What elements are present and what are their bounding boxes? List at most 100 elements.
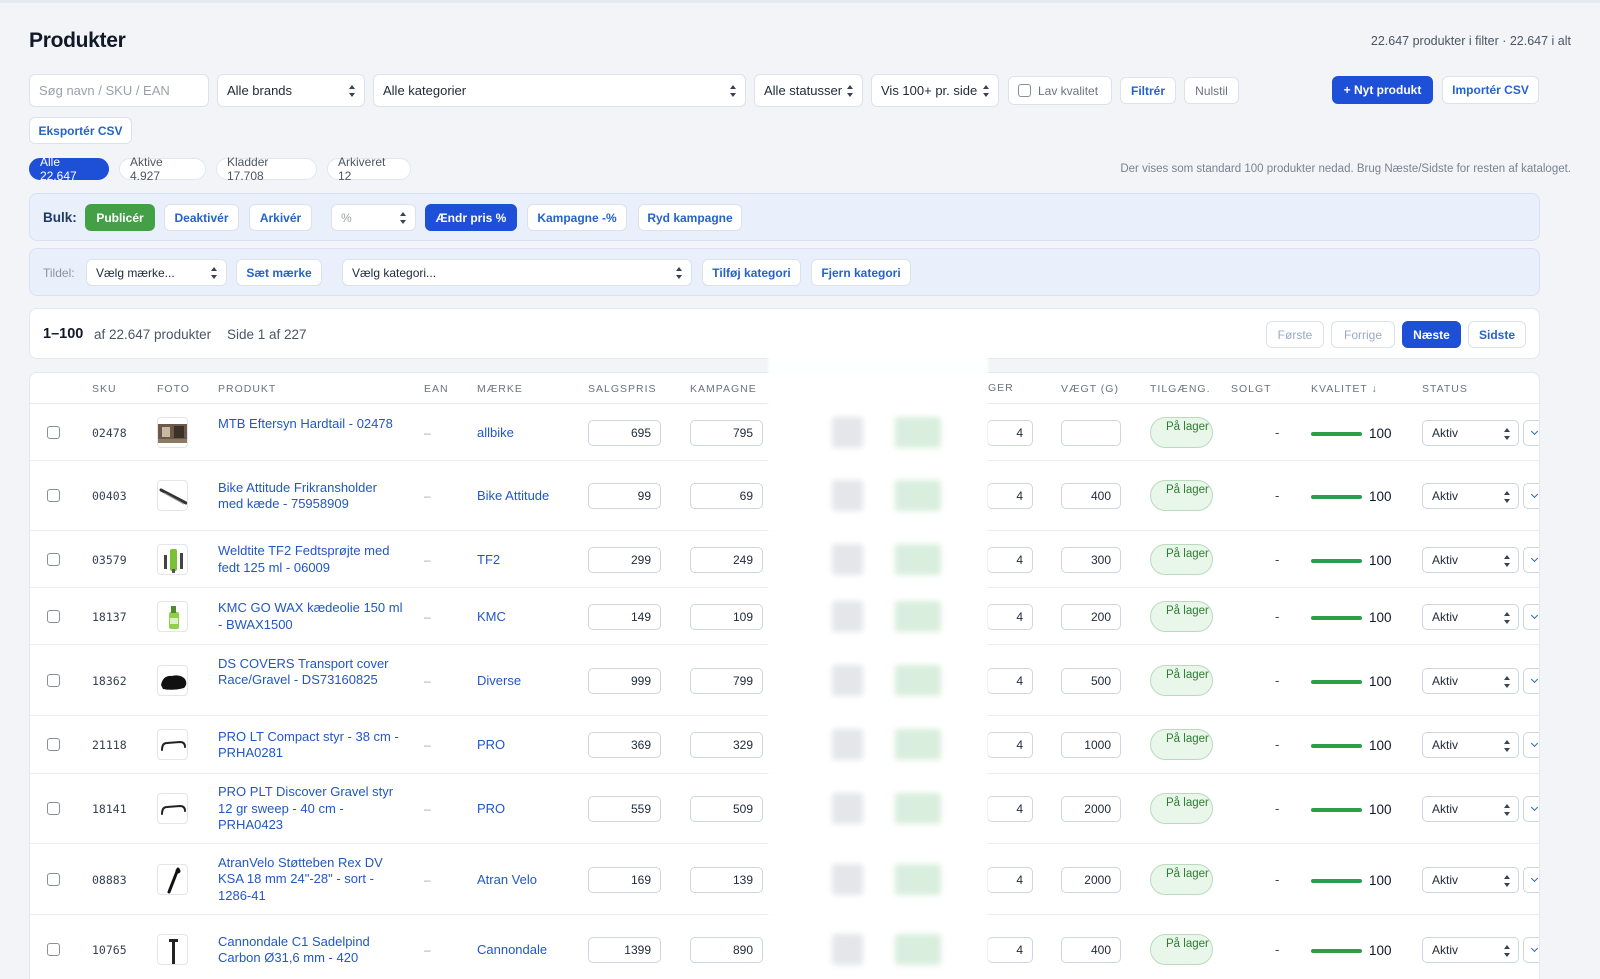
next-page-button[interactable]: Næste [1402, 321, 1461, 348]
row-select-checkbox[interactable] [47, 872, 60, 886]
publish-button[interactable]: Publicér [85, 204, 155, 231]
status-select[interactable]: Aktiv [1422, 732, 1519, 758]
seatpost-photo-icon[interactable] [157, 934, 188, 965]
campaign-input[interactable]: 795 [690, 419, 763, 446]
reset-button[interactable]: Nulstil [1184, 77, 1239, 104]
export-csv-button[interactable]: Eksportér CSV [29, 117, 132, 144]
product-name-link[interactable]: MTB Eftersyn Hardtail - 02478 [218, 416, 403, 433]
col-ean[interactable]: EAN [424, 383, 449, 395]
campaign-input[interactable]: 890 [690, 937, 763, 963]
status-select[interactable]: Aktiv [1422, 866, 1519, 893]
stock-input[interactable]: 4 [987, 732, 1033, 758]
product-name-link[interactable]: DS COVERS Transport cover Race/Gravel - … [218, 656, 403, 689]
price-input[interactable]: 299 [588, 546, 661, 573]
deactivate-button[interactable]: Deaktivér [164, 204, 239, 231]
campaign-input[interactable]: 329 [690, 732, 763, 758]
stock-input[interactable]: 4 [987, 866, 1033, 893]
stock-input[interactable]: 4 [987, 667, 1033, 694]
status-select[interactable]: Aktiv [1422, 796, 1519, 822]
row-expand-button[interactable] [1523, 603, 1539, 630]
assign-brand-select[interactable]: Vælg mærke... [86, 259, 227, 286]
col-sku[interactable]: SKU [92, 383, 117, 395]
price-input[interactable]: 169 [588, 866, 661, 893]
prev-page-button[interactable]: Forrige [1331, 321, 1395, 348]
price-input[interactable]: 99 [588, 483, 661, 509]
brand-link[interactable]: Bike Attitude [477, 488, 549, 503]
handlebar-photo-icon[interactable] [157, 729, 188, 760]
brand-link[interactable]: TF2 [477, 552, 500, 567]
search-input[interactable]: Søg navn / SKU / EAN [29, 74, 209, 107]
weight-input[interactable]: 500 [1061, 667, 1121, 694]
campaign-input[interactable]: 139 [690, 866, 763, 893]
row-expand-button[interactable] [1523, 483, 1539, 509]
col-status[interactable]: STATUS [1422, 383, 1468, 395]
status-select[interactable]: Aktiv [1422, 667, 1519, 694]
row-expand-button[interactable] [1523, 546, 1539, 573]
set-brand-button[interactable]: Sæt mærke [236, 259, 322, 286]
tab-active[interactable]: Aktive 4.927 [119, 155, 206, 183]
row-expand-button[interactable] [1523, 796, 1539, 822]
assign-category-select[interactable]: Vælg kategori... [342, 259, 692, 286]
price-input[interactable]: 695 [588, 419, 661, 446]
status-filter-select[interactable]: Alle statusser [754, 74, 863, 107]
col-sold[interactable]: SOLGT [1231, 383, 1272, 395]
brand-link[interactable]: PRO [477, 801, 505, 816]
first-page-button[interactable]: Første [1266, 321, 1324, 348]
col-price[interactable]: SALGSPRIS [588, 383, 657, 395]
row-expand-button[interactable] [1523, 419, 1539, 446]
brand-link[interactable]: Atran Velo [477, 872, 537, 887]
stock-input[interactable]: 4 [987, 483, 1033, 509]
category-filter-select[interactable]: Alle kategorier [373, 74, 746, 107]
col-availability[interactable]: TILGÆNG. [1150, 383, 1211, 395]
price-input[interactable]: 999 [588, 667, 661, 694]
row-select-checkbox[interactable] [47, 425, 60, 439]
status-select[interactable]: Aktiv [1422, 937, 1519, 963]
brand-link[interactable]: Cannondale [477, 942, 547, 957]
tab-drafts[interactable]: Kladder 17.708 [216, 155, 317, 183]
brand-link[interactable]: allbike [477, 425, 514, 440]
row-select-checkbox[interactable] [47, 609, 60, 623]
campaign-input[interactable]: 799 [690, 667, 763, 694]
row-expand-button[interactable] [1523, 667, 1539, 694]
filter-button[interactable]: Filtrér [1120, 77, 1176, 104]
weight-input[interactable]: 2000 [1061, 796, 1121, 822]
price-input[interactable]: 559 [588, 796, 661, 822]
service-photo-icon[interactable] [157, 416, 188, 448]
import-csv-button[interactable]: Importér CSV [1442, 76, 1539, 104]
col-brand[interactable]: MÆRKE [477, 383, 523, 395]
stock-input[interactable]: 4 [987, 937, 1033, 963]
campaign-input[interactable]: 249 [690, 546, 763, 573]
status-select[interactable]: Aktiv [1422, 483, 1519, 509]
handlebar-photo-icon[interactable] [157, 793, 188, 824]
weight-input[interactable]: 300 [1061, 546, 1121, 573]
low-quality-checkbox[interactable] [1018, 84, 1031, 97]
tab-all[interactable]: Alle 22.647 [29, 155, 109, 183]
campaign-input[interactable]: 509 [690, 796, 763, 822]
row-select-checkbox[interactable] [47, 552, 60, 566]
weight-input[interactable]: 1000 [1061, 732, 1121, 758]
brand-filter-select[interactable]: Alle brands [217, 74, 365, 107]
weight-input[interactable]: 400 [1061, 937, 1121, 963]
row-select-checkbox[interactable] [47, 673, 60, 687]
product-name-link[interactable]: PRO PLT Discover Gravel styr 12 gr sweep… [218, 784, 403, 834]
campaign-button[interactable]: Kampagne -% [527, 204, 627, 231]
row-select-checkbox[interactable] [47, 489, 60, 502]
new-product-button[interactable]: + Nyt produkt [1332, 76, 1433, 104]
weight-input[interactable]: 2000 [1061, 866, 1121, 893]
archive-button[interactable]: Arkivér [249, 204, 312, 231]
stock-input[interactable]: 4 [987, 603, 1033, 630]
stock-input[interactable]: 4 [987, 546, 1033, 573]
price-input[interactable]: 369 [588, 732, 661, 758]
percent-input[interactable]: % [331, 204, 416, 231]
product-name-link[interactable]: Bike Attitude Frikransholder med kæde - … [218, 480, 403, 513]
weight-input[interactable]: 200 [1061, 603, 1121, 630]
row-expand-button[interactable] [1523, 937, 1539, 963]
brand-link[interactable]: PRO [477, 737, 505, 752]
chain-whip-photo-icon[interactable] [157, 480, 188, 511]
price-input[interactable]: 1399 [588, 937, 661, 963]
low-quality-toggle[interactable]: Lav kvalitet [1008, 76, 1112, 105]
add-category-button[interactable]: Tilføj kategori [702, 259, 801, 286]
product-name-link[interactable]: Cannondale C1 Sadelpind Carbon Ø31,6 mm … [218, 934, 403, 967]
change-price-button[interactable]: Ændr pris % [425, 204, 517, 231]
weight-input[interactable]: 400 [1061, 483, 1121, 509]
